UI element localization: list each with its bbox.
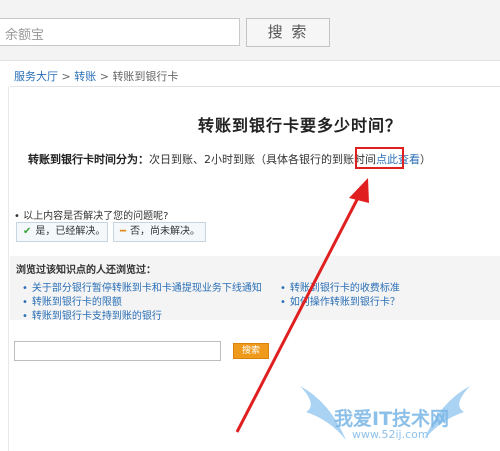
annotation-arrow — [235, 178, 470, 440]
watermark-url: www.52ij.com — [352, 428, 429, 441]
watermark-text: 我爱IT技术网 — [334, 408, 450, 430]
arrow-shaft — [235, 189, 364, 433]
arrow-head — [349, 178, 369, 203]
